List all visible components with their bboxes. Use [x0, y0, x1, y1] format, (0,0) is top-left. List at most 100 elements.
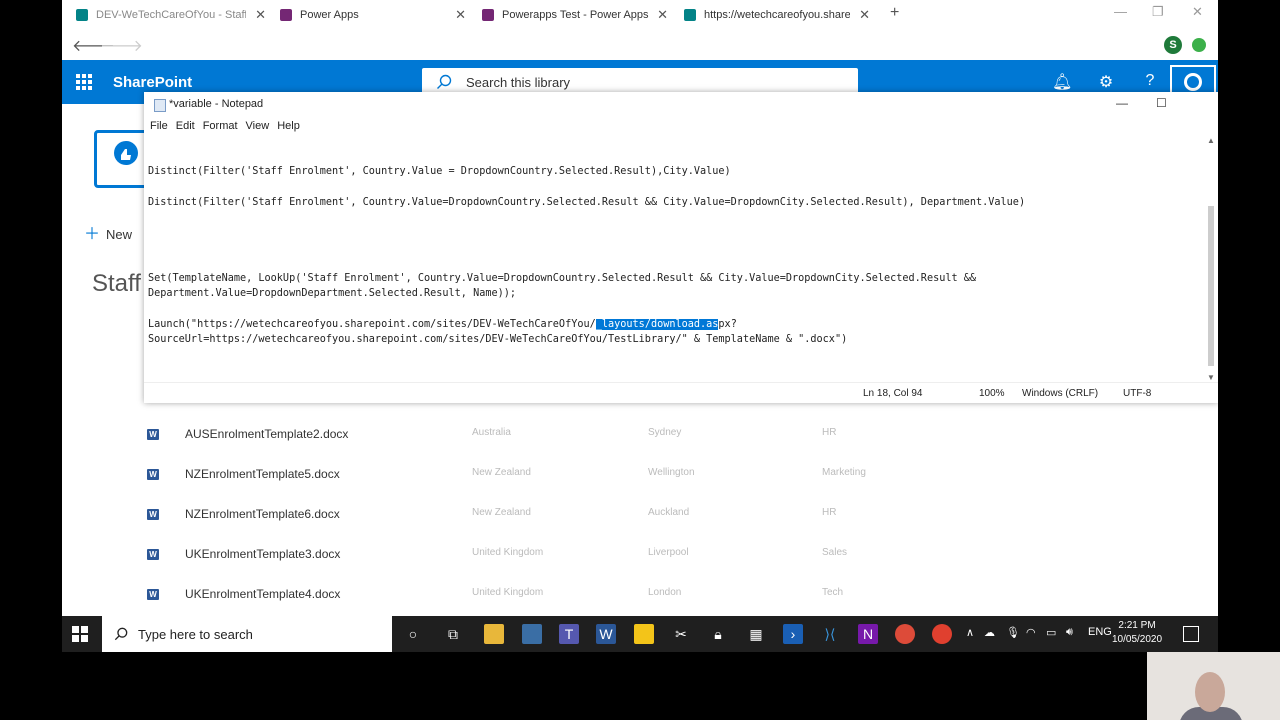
file-explorer-icon[interactable]: [484, 624, 504, 644]
close-icon[interactable]: ✕: [255, 7, 266, 23]
chrome-icon[interactable]: [895, 624, 915, 644]
calculator-icon[interactable]: ▦: [746, 624, 766, 644]
minimize-icon[interactable]: —: [1114, 4, 1127, 19]
windows-taskbar: ○ ⧉ T W ✂ 🔒︎ ▦ › ⟩⟨ N ∧ ☁ 🎙︎ ◠ ▭ 🔊︎ ENG …: [62, 616, 1218, 652]
scroll-up-icon[interactable]: ▲: [1207, 136, 1215, 145]
bell-icon[interactable]: 🔔︎: [1052, 72, 1072, 92]
file-name[interactable]: AUSEnrolmentTemplate2.docx: [185, 427, 348, 441]
code-line: Distinct(Filter('Staff Enrolment', Count…: [148, 166, 731, 177]
windows-start-icon[interactable]: [72, 626, 88, 642]
code-line: Distinct(Filter('Staff Enrolment', Count…: [148, 196, 1026, 208]
lock-icon[interactable]: 🔒︎: [708, 624, 728, 644]
close-icon[interactable]: ✕: [859, 7, 870, 23]
selected-text: _layouts/download.as: [595, 319, 719, 330]
table-row[interactable]: W UKEnrolmentTemplate3.docx United Kingd…: [62, 534, 1218, 574]
menu-format[interactable]: Format: [203, 116, 238, 136]
chevron-up-icon[interactable]: ∧: [966, 626, 974, 639]
battery-icon[interactable]: ▭: [1046, 626, 1056, 639]
extension-icon[interactable]: [1192, 38, 1206, 52]
zoom-level: 100%: [979, 388, 1005, 399]
code-line: SourceUrl=https://wetechcareofyou.sharep…: [148, 334, 848, 346]
cortana-icon[interactable]: ○: [403, 624, 423, 644]
webcam-overlay: [1147, 652, 1280, 720]
new-tab-button[interactable]: +: [890, 4, 899, 22]
notepad-title: *variable - Notepad: [169, 98, 264, 110]
notepad-text-area[interactable]: Distinct(Filter('Staff Enrolment', Count…: [148, 164, 1208, 345]
language-indicator[interactable]: ENG: [1088, 626, 1112, 638]
plus-icon: ＋: [84, 226, 101, 243]
taskbar-search-box[interactable]: [102, 616, 392, 652]
screen: DEV-WeTechCareOfYou - Staff E ✕ Power Ap…: [62, 0, 1218, 652]
word-file-icon: W: [147, 469, 159, 480]
search-input[interactable]: [464, 73, 818, 91]
table-row[interactable]: W NZEnrolmentTemplate6.docx New Zealand …: [62, 494, 1218, 534]
onedrive-icon[interactable]: ☁: [984, 626, 995, 639]
help-icon[interactable]: ?: [1140, 72, 1160, 92]
powerapps-icon: [280, 9, 292, 21]
app-name[interactable]: SharePoint: [113, 74, 192, 91]
snip-icon[interactable]: ✂: [671, 624, 691, 644]
new-button[interactable]: ＋ New: [84, 220, 132, 244]
file-name[interactable]: UKEnrolmentTemplate4.docx: [185, 587, 340, 601]
chrome-profile-icon[interactable]: [932, 624, 952, 644]
menu-edit[interactable]: Edit: [176, 116, 195, 136]
vertical-scrollbar[interactable]: ▲ ▼: [1204, 136, 1218, 382]
cursor-position: Ln 18, Col 94: [863, 388, 923, 399]
file-name[interactable]: NZEnrolmentTemplate5.docx: [185, 467, 340, 481]
taskbar-search-input[interactable]: [136, 625, 390, 643]
file-name[interactable]: NZEnrolmentTemplate6.docx: [185, 507, 340, 521]
menu-file[interactable]: File: [150, 116, 168, 136]
presenter-head: [1195, 672, 1225, 712]
task-view-icon[interactable]: ⧉: [443, 624, 463, 644]
minimize-icon[interactable]: —: [1116, 96, 1128, 110]
sticky-notes-icon[interactable]: [634, 624, 654, 644]
close-icon[interactable]: ✕: [455, 7, 466, 23]
forward-arrow-icon[interactable]: 🡒: [100, 35, 143, 56]
search-icon: [437, 74, 452, 89]
close-icon[interactable]: ✕: [657, 7, 668, 23]
close-window-icon[interactable]: ✕: [1192, 4, 1203, 20]
restore-icon[interactable]: ❐: [1152, 4, 1164, 20]
browser-tab-powerapps-test[interactable]: Powerapps Test - Power Apps ✕: [482, 4, 668, 26]
notepad-title-bar[interactable]: *variable - Notepad — ☐: [144, 92, 1218, 116]
search-icon: [114, 627, 128, 641]
line-endings: Windows (CRLF): [1022, 388, 1099, 399]
scroll-down-icon[interactable]: ▼: [1207, 373, 1215, 382]
word-icon[interactable]: W: [596, 624, 616, 644]
powershell-icon[interactable]: ›: [783, 624, 803, 644]
gear-icon[interactable]: ⚙: [1096, 72, 1116, 92]
app-icon[interactable]: [522, 624, 542, 644]
table-row[interactable]: W AUSEnrolmentTemplate2.docx Australia S…: [62, 414, 1218, 454]
app-launcher-icon[interactable]: [76, 74, 92, 90]
wifi-icon[interactable]: ◠: [1026, 626, 1036, 639]
table-row[interactable]: W NZEnrolmentTemplate5.docx New Zealand …: [62, 454, 1218, 494]
browser-tab-sharepoint-url[interactable]: https://wetechcareofyou.sharep ✕: [684, 4, 870, 26]
menu-help[interactable]: Help: [277, 116, 300, 136]
maximize-icon[interactable]: ☐: [1156, 96, 1167, 110]
browser-toolbar: 🡐 🡒 S: [62, 30, 1218, 60]
browser-tab-staff[interactable]: DEV-WeTechCareOfYou - Staff E ✕: [76, 4, 266, 26]
code-line: Set(TemplateName, LookUp('Staff Enrolmen…: [148, 273, 977, 284]
library-title: Staff: [92, 270, 141, 297]
word-file-icon: W: [147, 549, 159, 560]
code-line: Launch("https://wetechcareofyou.sharepoi…: [148, 319, 737, 330]
word-file-icon: W: [147, 429, 159, 440]
file-name[interactable]: UKEnrolmentTemplate3.docx: [185, 547, 340, 561]
microphone-icon[interactable]: 🎙︎: [1006, 626, 1020, 639]
notification-icon[interactable]: [1183, 626, 1199, 642]
clock[interactable]: 2:21 PM 10/05/2020: [1112, 619, 1162, 647]
notepad-icon: [154, 99, 166, 112]
powerapps-icon: [482, 9, 494, 21]
notepad-menu-bar: File Edit Format View Help: [144, 116, 1218, 136]
volume-icon[interactable]: 🔊︎: [1066, 626, 1073, 639]
notepad-window: *variable - Notepad — ☐ File Edit Format…: [144, 92, 1218, 403]
vscode-icon[interactable]: ⟩⟨: [820, 624, 840, 644]
profile-avatar[interactable]: S: [1164, 36, 1182, 54]
browser-tab-powerapps[interactable]: Power Apps ✕: [280, 4, 466, 26]
teams-icon[interactable]: T: [559, 624, 579, 644]
menu-view[interactable]: View: [246, 116, 270, 136]
table-row[interactable]: W UKEnrolmentTemplate4.docx United Kingd…: [62, 574, 1218, 614]
scrollbar-thumb[interactable]: [1208, 206, 1214, 366]
site-logo-icon: [114, 141, 138, 165]
onenote-icon[interactable]: N: [858, 624, 878, 644]
